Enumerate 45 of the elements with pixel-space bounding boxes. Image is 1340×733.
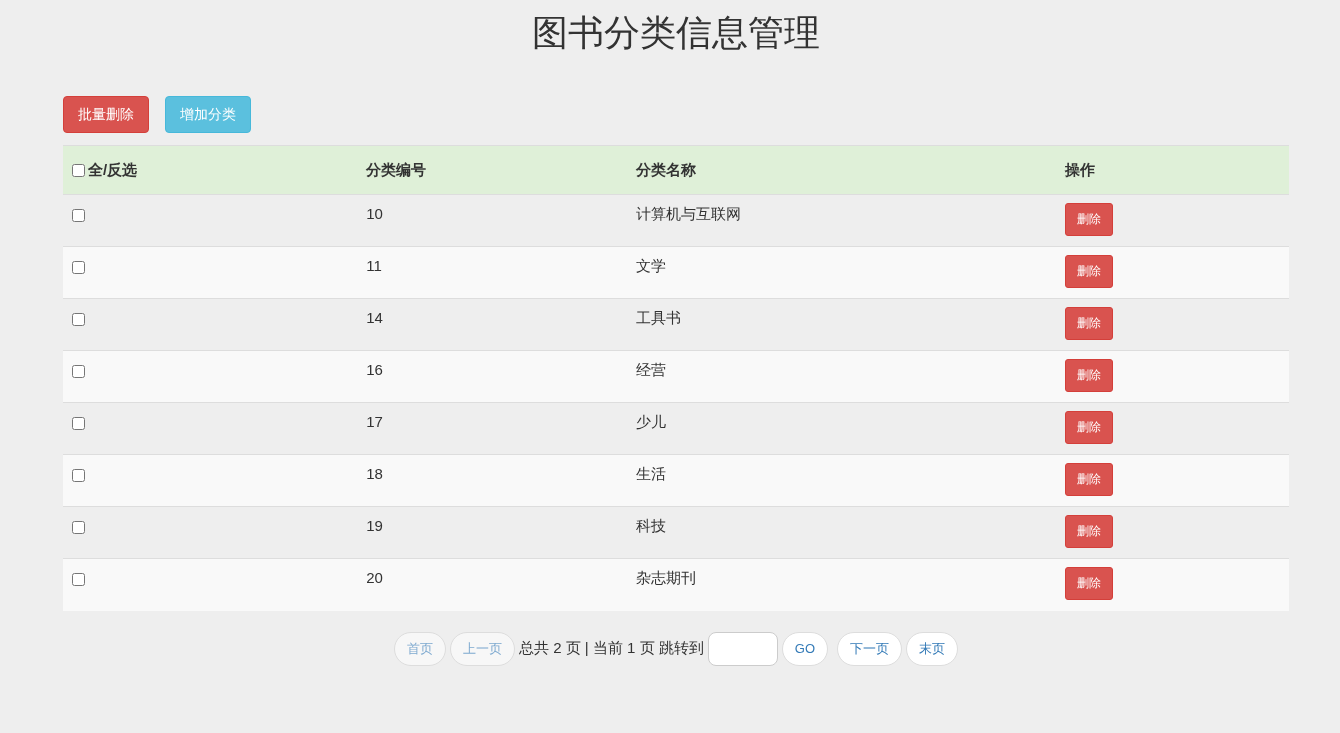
delete-button[interactable]: 删除 <box>1065 255 1114 288</box>
column-header: 全/反选 <box>88 160 138 180</box>
row-checkbox[interactable] <box>72 365 85 378</box>
row-checkbox[interactable] <box>72 521 85 534</box>
delete-button[interactable]: 删除 <box>1065 463 1114 496</box>
last-page-button[interactable]: 末页 <box>906 631 958 666</box>
delete-button[interactable]: 删除 <box>1065 567 1114 600</box>
table-cell: 计算机与互联网 <box>626 194 1057 247</box>
delete-button[interactable]: 删除 <box>1065 203 1114 236</box>
delete-button[interactable]: 删除 <box>1065 411 1114 444</box>
row-checkbox[interactable] <box>72 261 85 274</box>
table-cell: 经营 <box>626 350 1057 403</box>
table-cell: 杂志期刊 <box>626 558 1057 611</box>
table-cell: 20 <box>357 558 627 611</box>
add-category-button[interactable]: 增加分类 <box>165 96 251 133</box>
row-checkbox[interactable] <box>72 417 85 430</box>
row-checkbox[interactable] <box>72 209 85 222</box>
table-cell: 工具书 <box>626 298 1057 351</box>
page-summary: 总共 2 页 | 当前 1 页 跳转到 <box>519 639 704 658</box>
table-cell: 11 <box>357 246 627 299</box>
delete-button[interactable]: 删除 <box>1065 515 1114 548</box>
table-cell: 少儿 <box>626 402 1057 455</box>
table-cell: 10 <box>357 194 627 247</box>
table-cell: 生活 <box>626 454 1057 507</box>
table-cell: 19 <box>357 506 627 559</box>
go-button[interactable]: GO <box>781 631 828 666</box>
row-checkbox[interactable] <box>72 469 85 482</box>
next-page-button[interactable]: 下一页 <box>837 631 902 666</box>
page-number-field[interactable] <box>707 631 778 666</box>
page-title: 图书分类信息管理 <box>531 11 821 55</box>
table-cell: 17 <box>357 402 627 455</box>
batch-delete-button[interactable]: 批量删除 <box>63 96 149 133</box>
table-cell: 16 <box>357 350 627 403</box>
delete-button[interactable]: 删除 <box>1065 307 1114 340</box>
table-cell: 科技 <box>626 506 1057 559</box>
column-header: 分类编号 <box>357 145 627 195</box>
delete-button[interactable]: 删除 <box>1065 359 1114 392</box>
select-all-checkbox[interactable] <box>72 163 85 177</box>
row-checkbox[interactable] <box>72 313 85 326</box>
row-checkbox[interactable] <box>72 573 85 586</box>
column-header: 分类名称 <box>626 145 1057 195</box>
table-cell: 文学 <box>626 246 1057 299</box>
column-header: 操作 <box>1056 145 1289 195</box>
table-cell: 18 <box>357 454 627 507</box>
table-cell: 14 <box>357 298 627 351</box>
